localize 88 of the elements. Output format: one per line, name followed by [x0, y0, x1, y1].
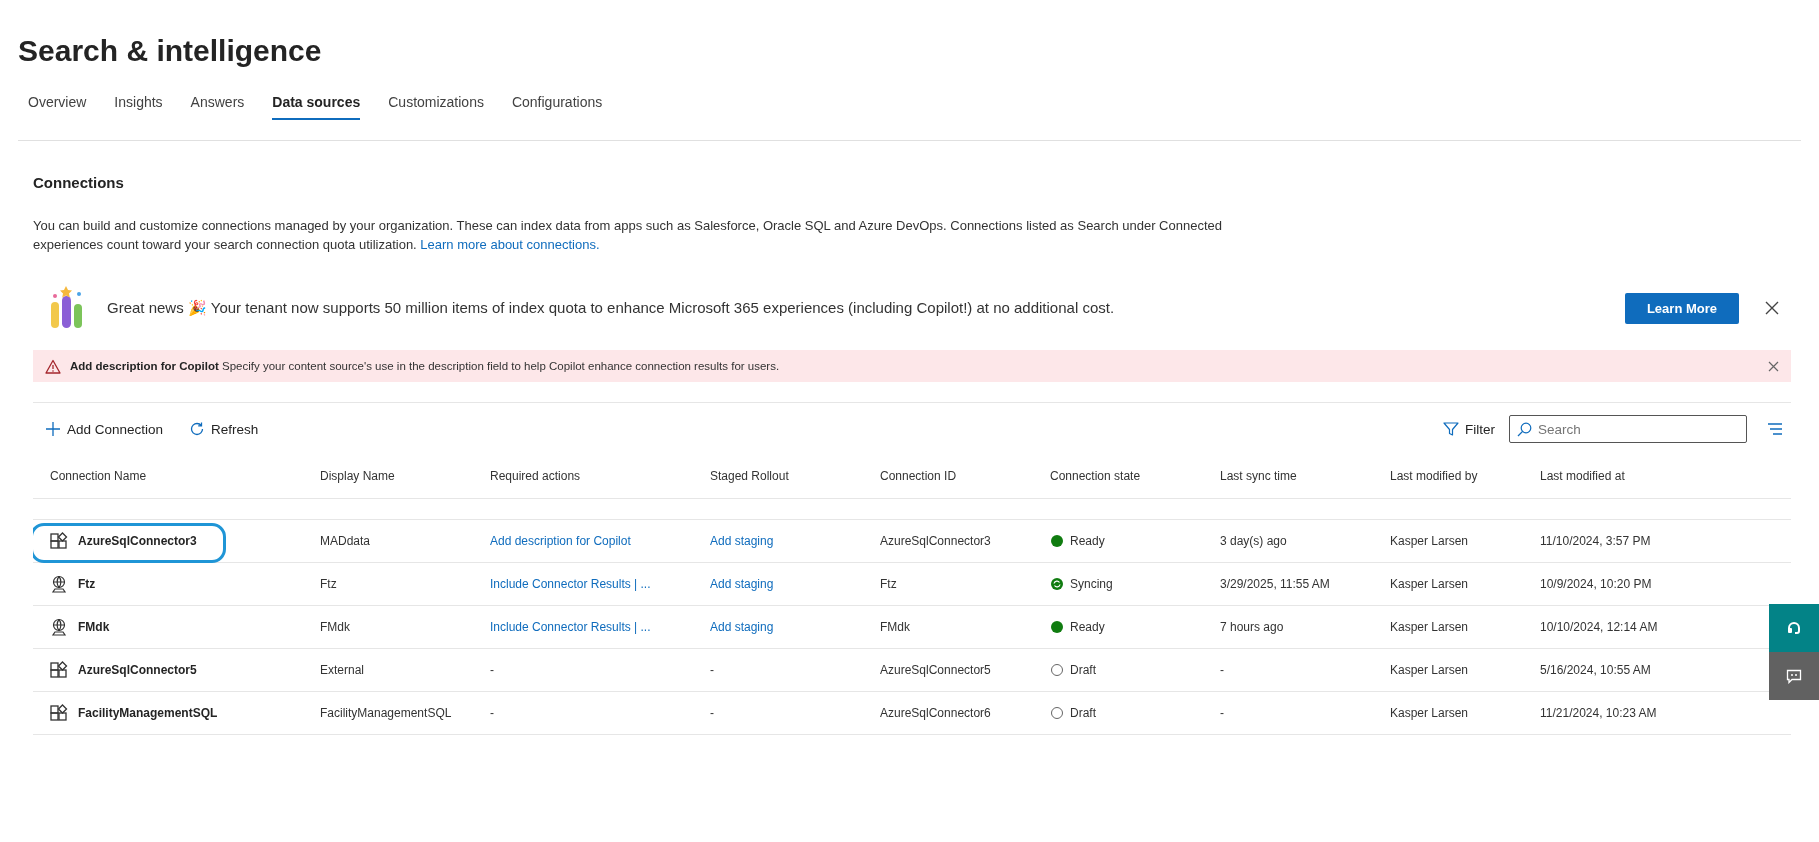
globe-icon	[50, 575, 68, 593]
add-connection-button[interactable]: Add Connection	[33, 421, 164, 437]
tab[interactable]: Customizations	[388, 84, 484, 120]
filter-button[interactable]: Filter	[1431, 421, 1495, 437]
tab[interactable]: Answers	[190, 84, 245, 120]
table-cell-text: AzureSqlConnector6	[880, 706, 992, 720]
filter-icon	[1443, 421, 1459, 437]
table-cell-text: FacilityManagementSQL	[320, 706, 453, 720]
status-text: Ready	[1070, 534, 1105, 548]
table-cell-text: Kasper Larsen	[1390, 663, 1470, 677]
table-cell-text: 3 day(s) ago	[1220, 534, 1288, 548]
table-cell-text: 11/10/2024, 3:57 PM	[1540, 534, 1652, 548]
status-text: Ready	[1070, 620, 1105, 634]
learn-more-button[interactable]: Learn More	[1624, 292, 1739, 324]
globe-icon	[50, 618, 68, 636]
learn-more-link[interactable]: Learn more about connections.	[420, 237, 600, 252]
feedback-button[interactable]	[1769, 652, 1819, 700]
apps-grid-icon	[50, 704, 68, 722]
tab[interactable]: Configurations	[511, 84, 603, 120]
required-action-link[interactable]: Include Connector Results | ...	[490, 620, 710, 634]
table-cell-text: FMdk	[880, 620, 911, 634]
table-cell-text: MADdata	[320, 534, 372, 548]
announcement-text: Great news 🎉 Your tenant now supports 50 million items of index quota to enhance Microsoft 365 experiences (including Copilot!) at no additional cost.	[107, 299, 1116, 317]
table-cell-text: Kasper Larsen	[1390, 577, 1470, 591]
search-icon	[1517, 422, 1532, 437]
column-header[interactable]: Last modified by	[1390, 469, 1540, 483]
table-cell-text: -	[1220, 663, 1225, 677]
add-staging-link[interactable]: Add staging	[710, 534, 880, 548]
search-field[interactable]: Search	[1509, 415, 1747, 443]
status-text: Draft	[1070, 706, 1096, 720]
tab[interactable]: Insights	[114, 84, 163, 120]
required-action-link[interactable]: Add description for Copilot	[490, 534, 710, 548]
table-cell-text: Kasper Larsen	[1390, 534, 1470, 548]
headset-icon	[1786, 620, 1802, 636]
table-cell-text: -	[710, 663, 715, 677]
table-cell-text: Kasper Larsen	[1390, 620, 1470, 634]
column-header[interactable]: Staged Rollout	[710, 469, 880, 483]
plus-icon	[45, 421, 61, 437]
table-cell-text: AzureSqlConnector3	[880, 534, 992, 548]
warning-text: Add description for Copilot Specify your content source's use in the description field to help Copilot enhance connection results for users.	[70, 360, 781, 372]
status-text: Draft	[1070, 663, 1096, 677]
table-cell-text: 11/21/2024, 10:23 AM	[1540, 706, 1658, 720]
table-cell-text: -	[1220, 706, 1225, 720]
refresh-icon	[189, 421, 206, 437]
page-title: Search & intelligence	[18, 34, 323, 68]
apps-grid-icon	[50, 532, 68, 550]
connection-name[interactable]: Ftz	[78, 577, 96, 591]
table-cell-text: -	[490, 706, 495, 720]
list-options-icon[interactable]	[1767, 423, 1783, 435]
table-cell-text: AzureSqlConnector5	[880, 663, 992, 677]
tab[interactable]: Overview	[28, 84, 87, 120]
column-header[interactable]: Connection Name	[50, 469, 320, 483]
connection-name[interactable]: FacilityManagementSQL	[78, 706, 218, 720]
column-header[interactable]: Last sync time	[1220, 469, 1390, 483]
required-action-link[interactable]: Include Connector Results | ...	[490, 577, 710, 591]
table-cell-text: Kasper Larsen	[1390, 706, 1470, 720]
table-cell-text: 7 hours ago	[1220, 620, 1285, 634]
add-staging-link[interactable]: Add staging	[710, 620, 880, 634]
column-header[interactable]: Connection state	[1050, 469, 1220, 483]
column-header[interactable]: Required actions	[490, 469, 710, 483]
apps-grid-icon	[50, 661, 68, 679]
table-cell-text: 3/29/2025, 11:55 AM	[1220, 577, 1331, 591]
table-cell-text: -	[490, 663, 495, 677]
description-text: You can build and customize connections managed by your organization. These can index data from apps such as Salesforce, Oracle SQL and Azure DevOps. Connections listed as Search under Connected experiences count toward your search connection quota utilization. Learn more about connections.	[33, 217, 1223, 254]
section-title: Connections	[33, 174, 125, 191]
close-icon[interactable]	[1765, 301, 1779, 315]
tab[interactable]: Data sources	[272, 84, 361, 120]
connection-name[interactable]: AzureSqlConnector3	[78, 534, 197, 548]
connection-name[interactable]: AzureSqlConnector5	[78, 663, 197, 677]
column-header[interactable]: Last modified at	[1540, 469, 1791, 483]
refresh-button[interactable]: Refresh	[177, 421, 259, 437]
connection-name[interactable]: FMdk	[78, 620, 110, 634]
table-cell-text: Ftz	[880, 577, 898, 591]
warning-icon	[45, 358, 61, 374]
table-cell-text: 10/9/2024, 10:20 PM	[1540, 577, 1653, 591]
table-cell-text: External	[320, 663, 366, 677]
chat-icon	[1786, 668, 1802, 684]
table-cell-text: -	[710, 706, 715, 720]
table-cell-text: 5/16/2024, 10:55 AM	[1540, 663, 1652, 677]
support-button[interactable]	[1769, 604, 1819, 652]
close-icon[interactable]	[1768, 360, 1779, 372]
table-cell-text: 10/10/2024, 12:14 AM	[1540, 620, 1659, 634]
column-header[interactable]: Display Name	[320, 469, 490, 483]
table-cell-text: FMdk	[320, 620, 351, 634]
status-text: Syncing	[1070, 577, 1113, 591]
column-header[interactable]: Connection ID	[880, 469, 1050, 483]
add-staging-link[interactable]: Add staging	[710, 577, 880, 591]
table-cell-text: Ftz	[320, 577, 338, 591]
